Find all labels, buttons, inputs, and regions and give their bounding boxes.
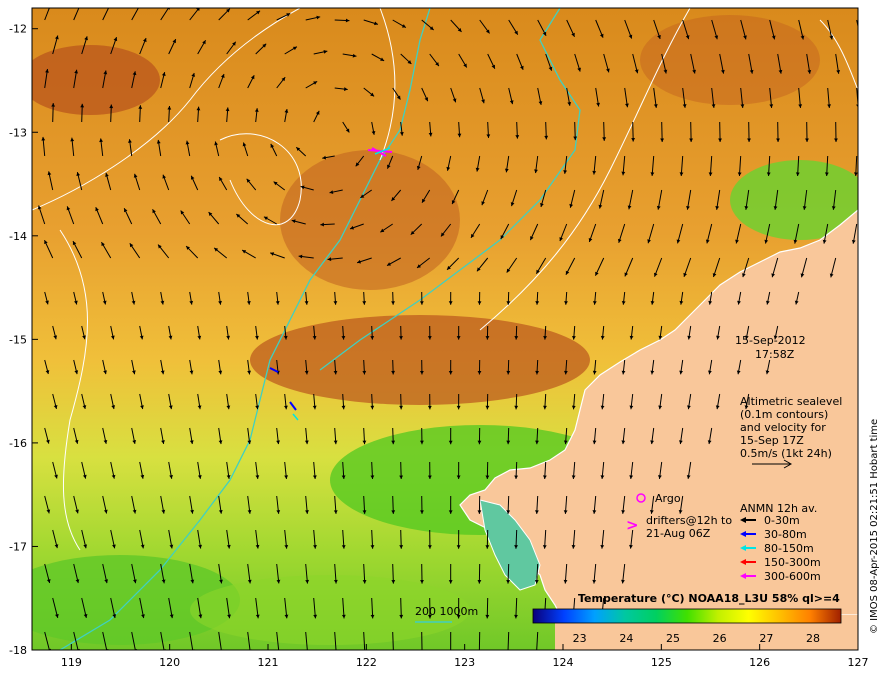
velocity-arrowhead — [863, 138, 867, 142]
x-tick-label: 122 — [356, 656, 377, 669]
colorbar-tick-label: 25 — [666, 632, 680, 645]
argo-label: Argo — [655, 492, 681, 505]
y-tick-label: -18 — [9, 644, 27, 657]
map-time: 17:58Z — [755, 348, 795, 361]
anmn-item-label: 300-600m — [764, 570, 821, 583]
velocity-arrowhead — [78, 3, 82, 7]
x-tick-label: 123 — [454, 656, 475, 669]
depth-contour-label: 200 1000m — [415, 605, 478, 618]
ocean-map: 119 120 121 122 123 124 125 126 127 -12 -13 -14 -15… — [0, 2, 880, 669]
map-date: 15-Sep-2012 — [735, 334, 806, 347]
x-tick-label: 125 — [651, 656, 672, 669]
hot-sst-patch-center — [280, 150, 460, 290]
y-tick-label: -12 — [9, 23, 27, 36]
map-area[interactable] — [0, 2, 870, 654]
colorbar-tick-label: 28 — [806, 632, 820, 645]
hot-sst-patch-ne — [640, 15, 820, 105]
velocity-arrow — [862, 190, 864, 210]
colorbar-tick-label: 27 — [759, 632, 773, 645]
y-tick-label: -15 — [9, 333, 27, 346]
credit-text: © IMOS 08-Apr-2015 02:21:51 Hobart time — [869, 419, 880, 634]
x-tick-label: 121 — [258, 656, 279, 669]
altimetry-line-4: 15-Sep 17Z — [740, 434, 804, 447]
anmn-item-label: 0-30m — [764, 514, 800, 527]
x-tick-label: 119 — [61, 656, 82, 669]
anmn-item-label: 150-300m — [764, 556, 821, 569]
colorbar-tick-label: 24 — [619, 632, 633, 645]
y-tick-label: -17 — [9, 540, 27, 553]
y-tick-label: -16 — [9, 437, 27, 450]
colorbar-tick-label: 26 — [713, 632, 727, 645]
velocity-arrowhead — [861, 206, 865, 210]
altimetry-line-3: and velocity for — [740, 421, 826, 434]
velocity-arrow — [865, 54, 868, 74]
drifter-marker-icon: > — [626, 516, 639, 534]
hot-sst-patch-south — [250, 315, 590, 405]
x-tick-label: 127 — [848, 656, 869, 669]
velocity-arrowhead — [865, 70, 869, 74]
y-tick-label: -14 — [9, 230, 27, 243]
velocity-arrowhead — [49, 2, 53, 6]
x-tick-label: 120 — [159, 656, 180, 669]
velocity-arrowhead — [858, 36, 862, 40]
drifter-line-2: 21-Aug 06Z — [646, 527, 711, 540]
colorbar-tick-label: 23 — [573, 632, 587, 645]
y-tick-label: -13 — [9, 126, 27, 139]
drifter-line-1: drifters@12h to — [646, 514, 732, 527]
anmn-item-label: 30-80m — [764, 528, 807, 541]
anmn-item-label: 80-150m — [764, 542, 814, 555]
altimetry-line-2: (0.1m contours) — [740, 408, 828, 421]
hot-sst-patch-nw — [32, 45, 160, 115]
colorbar-ramp — [532, 608, 842, 624]
altimetry-line-5: 0.5m/s (1kt 24h) — [740, 447, 832, 460]
velocity-arrowhead — [107, 4, 110, 8]
x-tick-label: 124 — [553, 656, 574, 669]
x-tick-label: 126 — [749, 656, 770, 669]
colorbar-title: Temperature (°C) NOAA18_L3U 58% ql>=4 — [578, 592, 840, 605]
altimetry-line-1: Altimetric sealevel — [740, 395, 842, 408]
